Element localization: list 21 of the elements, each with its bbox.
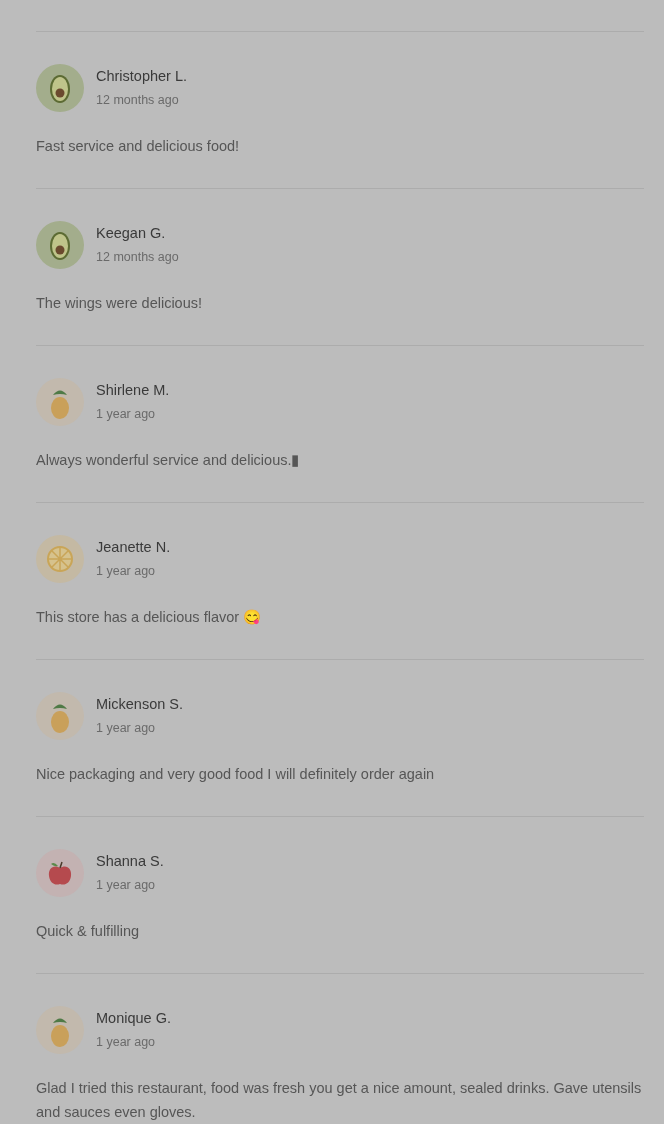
reviewer-name: Jeanette N. [96, 538, 171, 557]
review-text: Fast service and delicious food! [36, 137, 241, 156]
review-date: 12 months ago [96, 249, 179, 266]
review-text: This store has a delicious flavor 😋 [36, 608, 263, 627]
reviewer-name: Keegan G. [96, 224, 167, 243]
review-date: 1 year ago [96, 563, 157, 580]
review-date: 12 months ago [96, 92, 180, 109]
review-date: 1 year ago [96, 877, 157, 894]
reviewer-name: Shirlene M. [96, 381, 170, 400]
reviewer-name: Mickenson S. [96, 695, 184, 714]
review-date: 1 year ago [96, 1034, 157, 1051]
review-text: Nice packaging and very good food I will definitely order again [36, 765, 436, 784]
reviewer-name: Christopher L. [96, 67, 188, 86]
review-text: Glad I tried this restaurant, food was fresh you get a nice amount, sealed drinks. Gave utensils and sauces even gloves. [36, 1079, 643, 1122]
review-text: The wings were delicious! [36, 294, 204, 313]
review-date: 1 year ago [96, 720, 157, 737]
reviewer-name: Shanna S. [96, 852, 164, 871]
reviewer-name: Monique G. [96, 1009, 171, 1028]
review-date: 1 year ago [96, 406, 157, 423]
review-text: Quick & fulfilling [36, 922, 141, 941]
review-text: Always wonderful service and delicious.▮ [36, 451, 301, 470]
